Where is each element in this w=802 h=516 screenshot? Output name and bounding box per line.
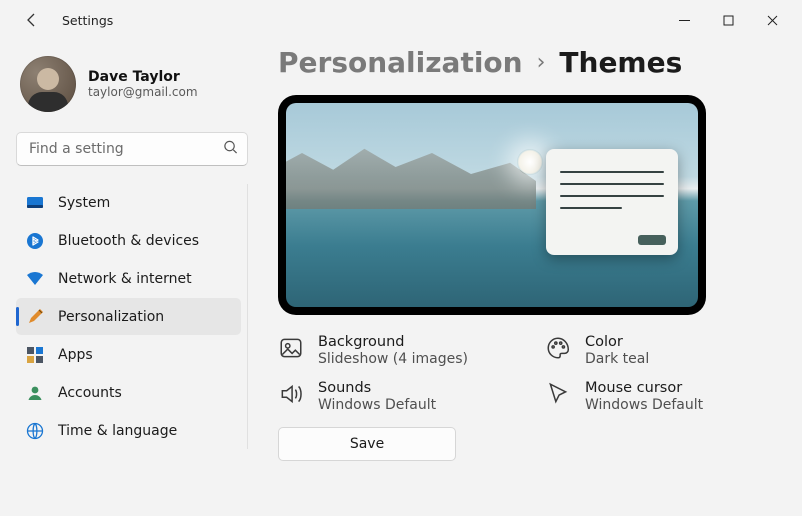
main-content: Personalization › Themes Background <box>260 40 802 516</box>
picture-icon <box>278 335 304 361</box>
sidebar-item-label: Time & language <box>58 423 177 439</box>
theme-preview <box>278 95 706 315</box>
titlebar: Settings <box>0 0 802 40</box>
setting-label: Mouse cursor <box>585 379 703 397</box>
back-button[interactable] <box>20 8 44 32</box>
chevron-right-icon: › <box>537 50 546 75</box>
sidebar-item-label: Accounts <box>58 385 122 401</box>
sidebar-item-network[interactable]: Network & internet <box>16 260 241 297</box>
preview-window-card <box>546 149 678 255</box>
nav-list: System Bluetooth & devices Network & int… <box>16 184 248 449</box>
sidebar-item-time-language[interactable]: Time & language <box>16 412 241 449</box>
theme-setting-sounds[interactable]: Sounds Windows Default <box>278 379 515 413</box>
sidebar-item-label: Network & internet <box>58 271 192 287</box>
sidebar-item-personalization[interactable]: Personalization <box>16 298 241 335</box>
maximize-button[interactable] <box>706 5 750 35</box>
breadcrumb-current: Themes <box>559 46 682 79</box>
palette-icon <box>545 335 571 361</box>
arrow-left-icon <box>24 12 40 28</box>
close-icon <box>767 15 778 26</box>
bluetooth-icon <box>26 232 44 250</box>
paintbrush-icon <box>26 308 44 326</box>
wifi-icon <box>26 270 44 288</box>
setting-label: Color <box>585 333 649 351</box>
setting-label: Sounds <box>318 379 436 397</box>
sidebar-item-label: System <box>58 195 110 211</box>
save-button[interactable]: Save <box>278 427 456 461</box>
setting-label: Background <box>318 333 468 351</box>
maximize-icon <box>723 15 734 26</box>
search-box[interactable] <box>16 132 248 166</box>
sidebar-item-system[interactable]: System <box>16 184 241 221</box>
breadcrumb-parent[interactable]: Personalization <box>278 46 523 79</box>
accounts-icon <box>26 384 44 402</box>
sidebar-item-accounts[interactable]: Accounts <box>16 374 241 411</box>
theme-setting-background[interactable]: Background Slideshow (4 images) <box>278 333 515 367</box>
window-title: Settings <box>62 13 113 28</box>
globe-icon <box>26 422 44 440</box>
account-block[interactable]: Dave Taylor taylor@gmail.com <box>16 52 248 126</box>
close-button[interactable] <box>750 5 794 35</box>
minimize-button[interactable] <box>662 5 706 35</box>
setting-value: Windows Default <box>585 397 703 413</box>
avatar <box>20 56 76 112</box>
search-icon <box>223 140 238 159</box>
cursor-icon <box>545 381 571 407</box>
sidebar: Dave Taylor taylor@gmail.com System Bl <box>0 40 260 516</box>
sound-icon <box>278 381 304 407</box>
system-icon <box>26 194 44 212</box>
theme-preview-screen <box>286 103 698 307</box>
sidebar-item-label: Apps <box>58 347 93 363</box>
minimize-icon <box>679 15 690 26</box>
setting-value: Slideshow (4 images) <box>318 351 468 367</box>
theme-setting-cursor[interactable]: Mouse cursor Windows Default <box>545 379 782 413</box>
breadcrumb: Personalization › Themes <box>278 46 782 79</box>
setting-value: Dark teal <box>585 351 649 367</box>
sidebar-item-apps[interactable]: Apps <box>16 336 241 373</box>
theme-setting-color[interactable]: Color Dark teal <box>545 333 782 367</box>
search-input[interactable] <box>16 132 248 166</box>
account-email: taylor@gmail.com <box>88 85 198 99</box>
account-name: Dave Taylor <box>88 69 198 85</box>
apps-icon <box>26 346 44 364</box>
setting-value: Windows Default <box>318 397 436 413</box>
sidebar-item-bluetooth[interactable]: Bluetooth & devices <box>16 222 241 259</box>
sidebar-item-label: Personalization <box>58 309 164 325</box>
sidebar-item-label: Bluetooth & devices <box>58 233 199 249</box>
